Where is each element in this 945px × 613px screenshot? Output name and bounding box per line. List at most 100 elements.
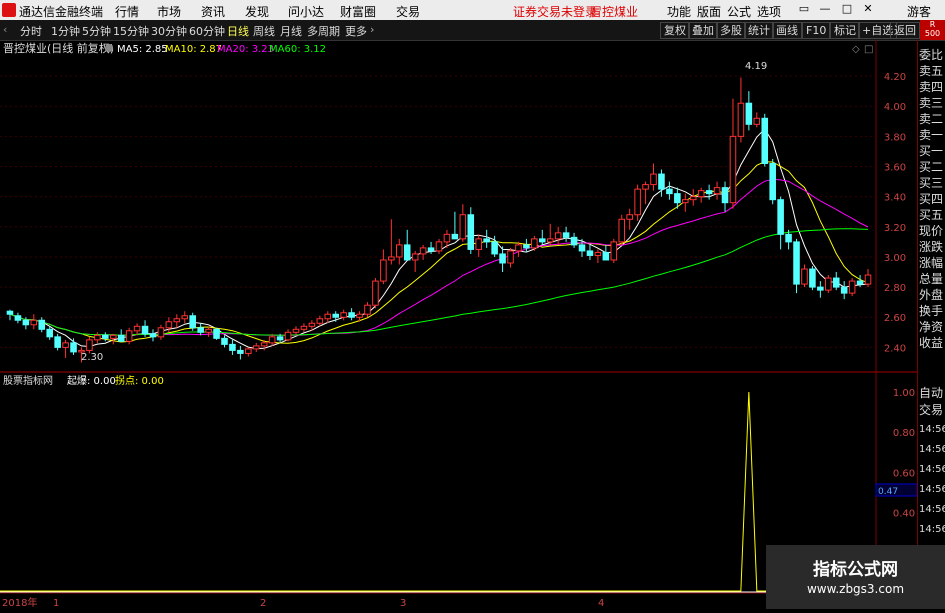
candle[interactable] [348, 308, 355, 321]
candle[interactable] [372, 278, 379, 309]
candle[interactable] [602, 244, 610, 261]
tab-weekly[interactable]: 周线 [253, 23, 275, 39]
menu-formula[interactable]: 公式 [727, 3, 751, 20]
menu-discover[interactable]: 发现 [245, 3, 269, 20]
candle[interactable] [117, 329, 125, 342]
side-quote-item[interactable]: 涨跌 [919, 238, 943, 255]
side-quote-item[interactable]: 涨幅 [919, 254, 943, 271]
candle[interactable] [721, 181, 729, 212]
candle[interactable] [729, 98, 737, 209]
candle[interactable] [62, 339, 69, 358]
side-quote-item[interactable]: 卖五 [919, 62, 943, 79]
candle[interactable] [467, 207, 475, 254]
candle[interactable] [499, 246, 506, 273]
multi-stock-button[interactable]: 多股 [716, 22, 746, 39]
side-quote-item[interactable]: 买五 [919, 206, 943, 223]
candle[interactable] [411, 250, 419, 273]
candle[interactable] [642, 181, 649, 205]
candle[interactable] [149, 329, 157, 342]
candle[interactable] [483, 229, 490, 248]
side-quote-item[interactable]: 买四 [919, 190, 943, 207]
candle[interactable] [237, 345, 244, 360]
mark-button[interactable]: 标记 [830, 22, 860, 39]
overlay-button[interactable]: 叠加 [688, 22, 718, 39]
candle[interactable] [86, 336, 93, 354]
candle[interactable] [435, 238, 443, 254]
candle[interactable] [618, 214, 626, 245]
candle[interactable] [801, 264, 808, 288]
side-quote-item[interactable]: 总量 [919, 270, 943, 287]
candle[interactable] [840, 281, 848, 300]
tab-15min[interactable]: 15分钟 [113, 23, 149, 39]
candle[interactable] [173, 314, 181, 328]
candle[interactable] [340, 309, 347, 321]
candle[interactable] [419, 244, 427, 260]
candle[interactable] [181, 311, 189, 324]
menu-assistant[interactable]: 问小达 [288, 3, 324, 20]
close-icon[interactable]: ✕ [861, 2, 875, 16]
side-quote-item[interactable]: 换手 [919, 302, 943, 319]
candle[interactable] [769, 158, 776, 205]
expand-icon[interactable]: □ [864, 44, 873, 55]
side-quote-item[interactable]: 卖三 [919, 94, 943, 111]
candle[interactable] [213, 327, 220, 340]
candle[interactable] [205, 326, 212, 337]
side-quote-item[interactable]: 卖一 [919, 126, 943, 143]
candle[interactable] [594, 249, 602, 263]
candle[interactable] [697, 187, 705, 203]
candle[interactable] [682, 193, 689, 212]
candle[interactable] [650, 163, 657, 191]
menu-options[interactable]: 选项 [757, 3, 781, 20]
candle[interactable] [554, 226, 562, 245]
kline-chart-area[interactable]: 4.20 4.00 3.80 3.60 3.40 3.20 3.00 2.80 2.60 2.40… [0, 40, 918, 609]
candle[interactable] [745, 91, 753, 131]
candle[interactable] [610, 238, 618, 263]
collapse-icon[interactable]: ◇ [852, 44, 860, 55]
menu-layout[interactable]: 版面 [697, 3, 721, 20]
candle[interactable] [94, 332, 101, 343]
candle[interactable] [753, 112, 761, 128]
tab-30min[interactable]: 30分钟 [151, 23, 187, 39]
minimize-icon[interactable]: — [818, 2, 832, 16]
tab-timeshare[interactable]: 分时 [20, 23, 42, 39]
candle[interactable] [523, 238, 530, 253]
menu-markets[interactable]: 市场 [157, 3, 181, 20]
menu-wealth[interactable]: 财富圈 [340, 3, 376, 20]
candle[interactable] [403, 229, 411, 261]
restore-icon[interactable]: ▭ [797, 2, 811, 16]
side-quote-item[interactable]: 现价 [919, 222, 943, 239]
candle[interactable] [221, 335, 228, 348]
candle[interactable] [832, 272, 840, 291]
candle[interactable] [229, 339, 236, 355]
candle[interactable] [864, 269, 872, 288]
tab-1min[interactable]: 1分钟 [51, 23, 80, 39]
candle[interactable] [634, 184, 641, 221]
side-trade-item[interactable]: 自动 [919, 384, 943, 401]
menu-market[interactable]: 行情 [115, 3, 139, 20]
tab-5min[interactable]: 5分钟 [82, 23, 111, 39]
back-button[interactable]: 返回 [890, 22, 920, 39]
candle[interactable] [562, 226, 570, 242]
chart-options-icon[interactable] [105, 44, 113, 52]
menu-news[interactable]: 资讯 [201, 3, 225, 20]
candle[interactable] [133, 323, 141, 336]
candle[interactable] [507, 247, 514, 268]
candle[interactable] [14, 312, 22, 324]
candle[interactable] [252, 342, 260, 352]
tab-60min[interactable]: 60分钟 [189, 23, 225, 39]
f10-button[interactable]: F10 [802, 22, 831, 39]
candle[interactable] [737, 77, 745, 143]
candle[interactable] [157, 324, 165, 340]
candle[interactable] [459, 204, 467, 242]
candle[interactable] [30, 314, 38, 330]
tab-multi-period[interactable]: 多周期 [307, 23, 340, 39]
toolbar-arrow-icon[interactable]: ‹ [3, 23, 7, 36]
menu-function[interactable]: 功能 [667, 3, 691, 20]
side-quote-item[interactable]: 卖二 [919, 110, 943, 127]
candle[interactable] [300, 323, 308, 333]
candle[interactable] [546, 223, 554, 245]
more-chevron-icon[interactable]: › [370, 23, 374, 36]
maximize-icon[interactable]: □ [840, 2, 854, 16]
trade-login-warning[interactable]: 证券交易未登录 [513, 3, 597, 20]
candle[interactable] [825, 275, 832, 294]
